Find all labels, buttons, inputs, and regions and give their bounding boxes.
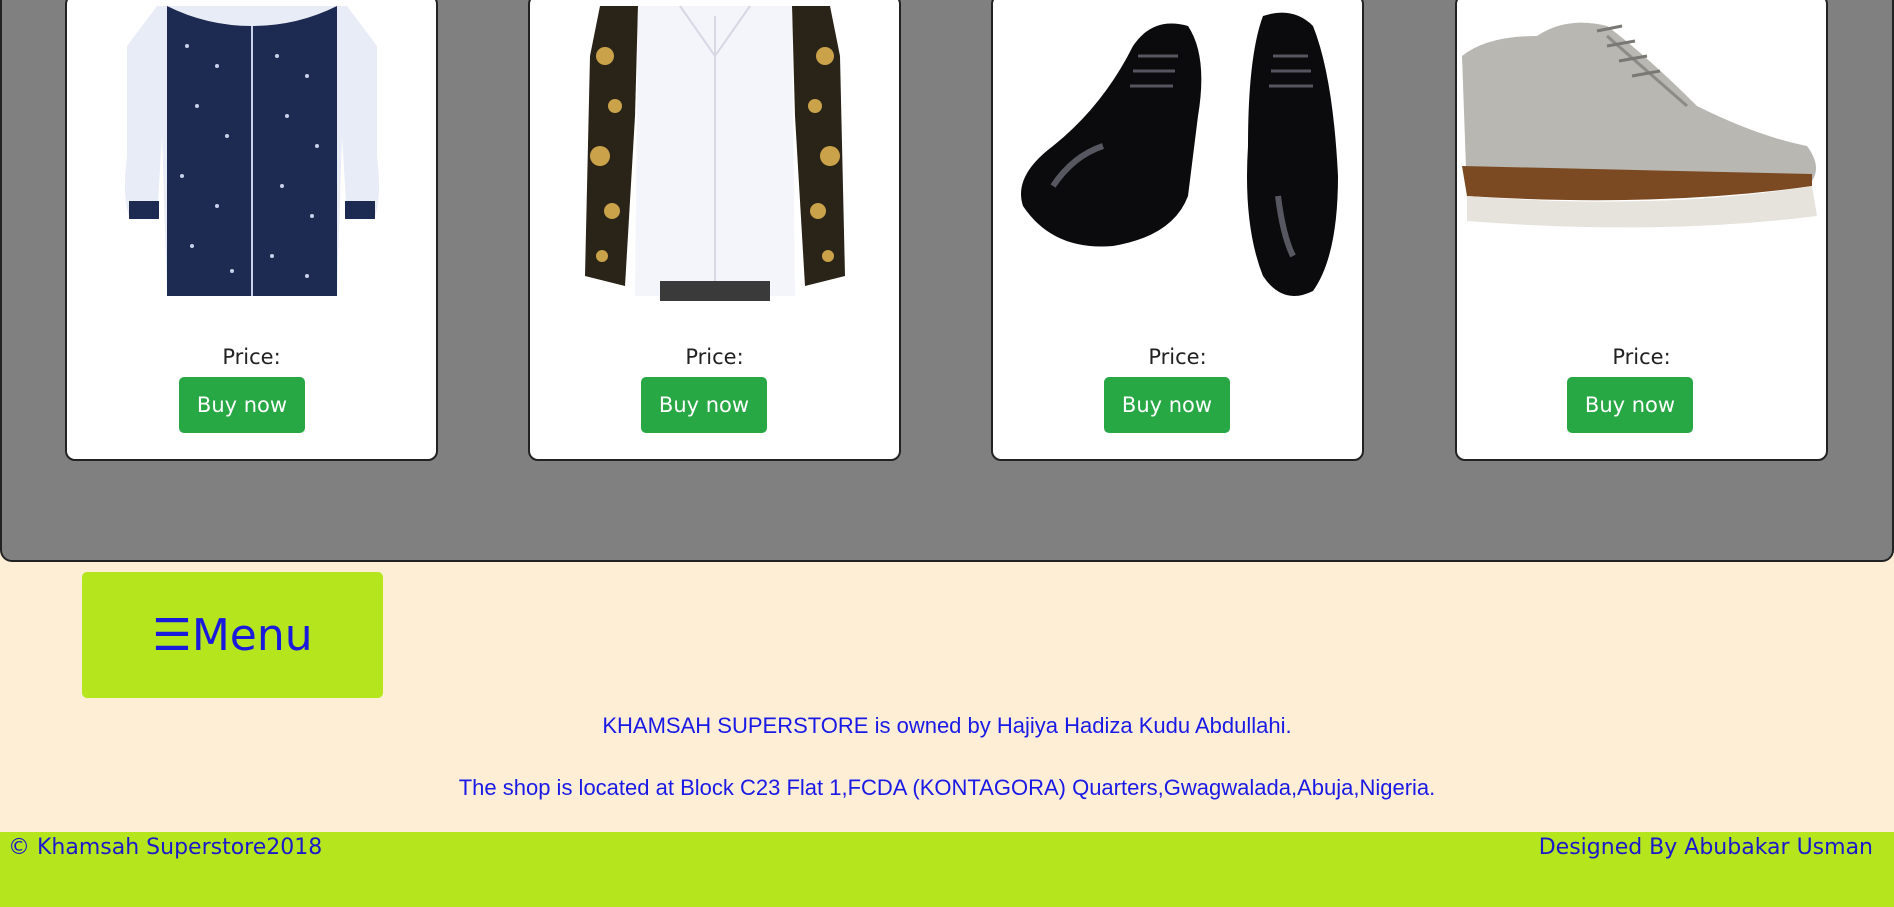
- footer-designer: Designed By Abubakar Usman: [1538, 835, 1873, 860]
- buy-now-button[interactable]: Buy now: [179, 377, 305, 433]
- menu-label: Menu: [191, 609, 313, 661]
- price-label: Price:: [685, 345, 744, 369]
- price-label: Price:: [222, 345, 281, 369]
- buy-now-button[interactable]: Buy now: [641, 377, 767, 433]
- product-card: Price: Buy now: [991, 0, 1364, 461]
- product-image-floral-sleeve-shirt[interactable]: [530, 0, 899, 306]
- price-label: Price:: [1148, 345, 1207, 369]
- product-card: Price: Buy now: [528, 0, 901, 461]
- product-image-black-patent-shoes[interactable]: [993, 0, 1362, 306]
- product-image-grey-canvas-shoe[interactable]: [1457, 0, 1826, 306]
- footer-copyright: © Khamsah Superstore2018: [8, 835, 323, 860]
- location-info-text: The shop is located at Block C23 Flat 1,…: [458, 775, 1436, 800]
- hamburger-icon: ☰: [152, 609, 192, 661]
- menu-button[interactable]: ☰ Menu: [82, 572, 383, 698]
- owner-info-text: KHAMSAH SUPERSTORE is owned by Hajiya Ha…: [602, 713, 1292, 738]
- product-grid: Price: Buy now Price: Buy now Price: Buy…: [0, 0, 1894, 562]
- product-card: Price: Buy now: [1455, 0, 1828, 461]
- product-card: Price: Buy now: [65, 0, 438, 461]
- buy-now-button[interactable]: Buy now: [1567, 377, 1693, 433]
- price-label: Price:: [1612, 345, 1671, 369]
- buy-now-button[interactable]: Buy now: [1104, 377, 1230, 433]
- product-image-navy-dotted-shirt[interactable]: [67, 0, 436, 306]
